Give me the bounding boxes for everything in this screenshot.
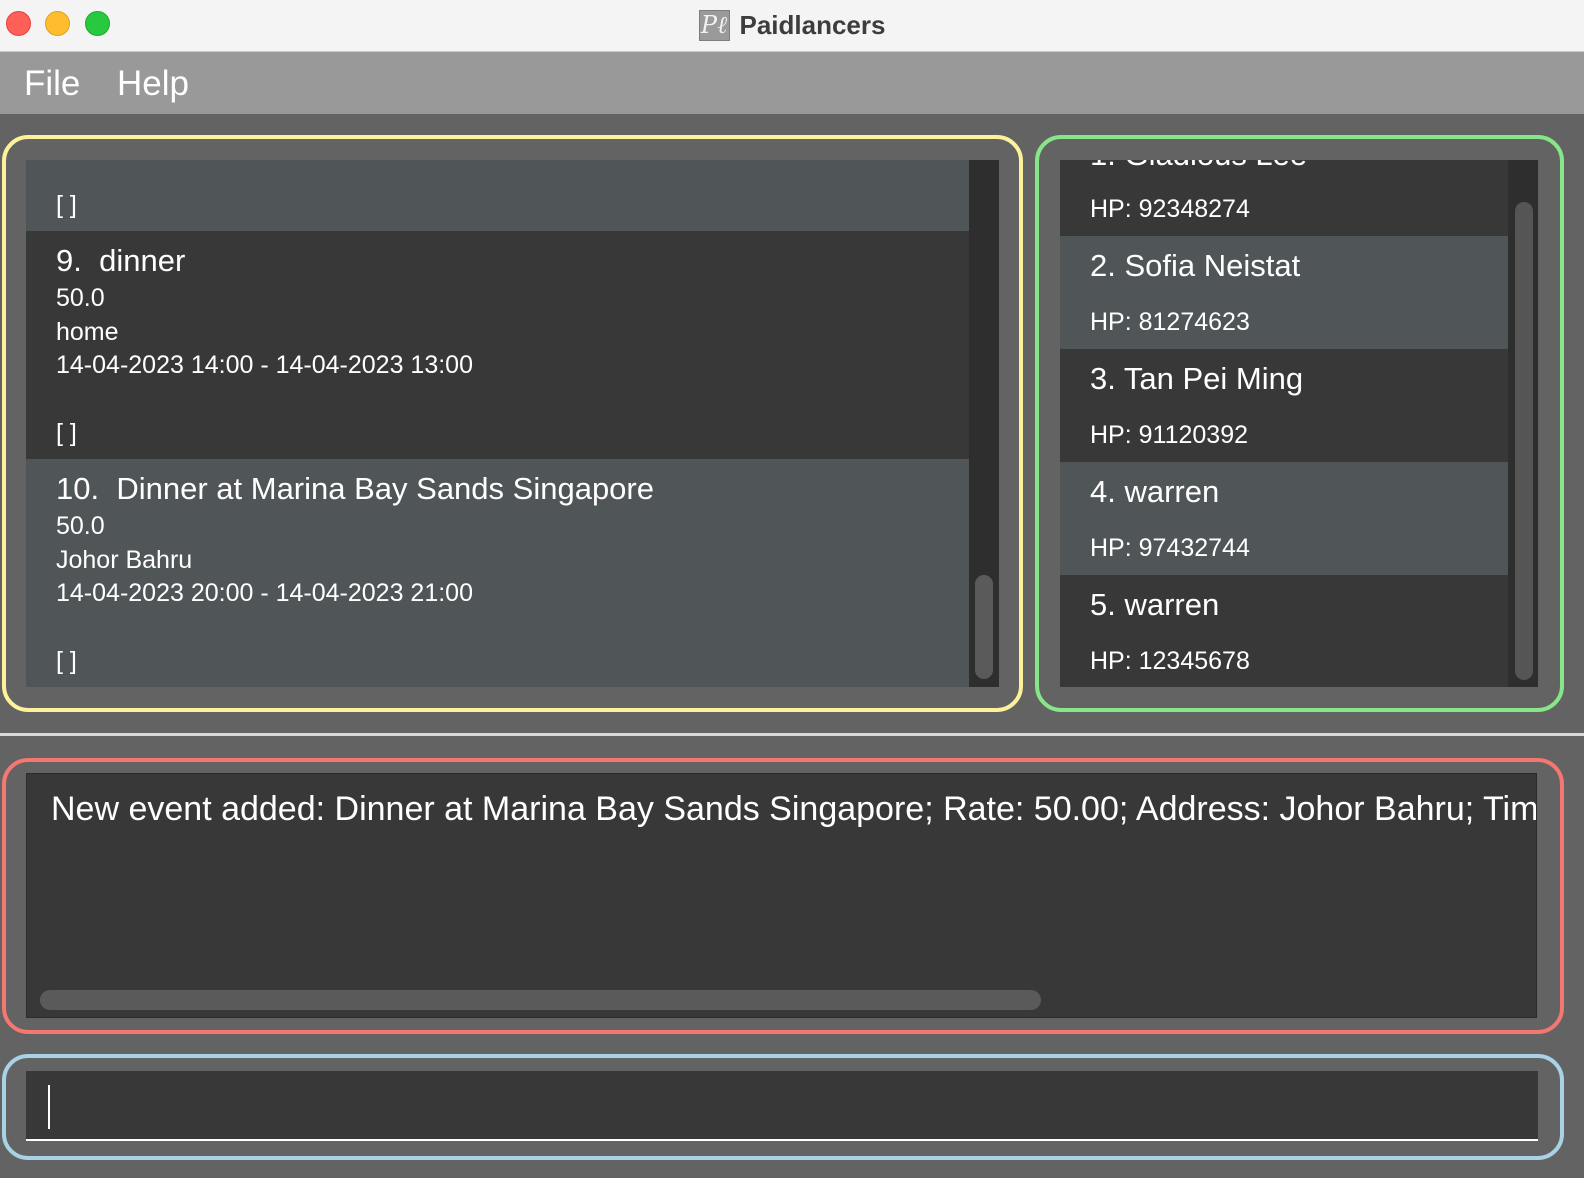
- contact-name: 3. Tan Pei Ming: [1090, 361, 1304, 396]
- event-rate: 50.0: [56, 284, 105, 312]
- event-index: 10.: [56, 471, 100, 506]
- event-tags: [ ]: [56, 419, 77, 447]
- contact-card[interactable]: 2. Sofia Neistat HP: 81274623: [1060, 236, 1508, 349]
- result-display: New event added: Dinner at Marina Bay Sa…: [26, 773, 1537, 1018]
- contact-card[interactable]: 5. warren HP: 12345678: [1060, 575, 1508, 687]
- event-timing: 14-04-2023 20:00 - 14-04-2023 21:00: [56, 579, 473, 607]
- contact-phone: HP: 97432744: [1090, 534, 1250, 562]
- contact-name: 1. Gladious Lee: [1090, 160, 1307, 173]
- text-caret: [48, 1085, 50, 1129]
- contact-name: 4. warren: [1090, 474, 1220, 509]
- event-card[interactable]: 9. dinner 50.0 home 14-04-2023 14:00 - 1…: [26, 231, 969, 459]
- event-address: home: [56, 318, 119, 346]
- app-logo-icon: Pℓ: [698, 9, 730, 41]
- contact-list[interactable]: 1. Gladious Lee HP: 92348274 2. Sofia Ne…: [1060, 160, 1508, 687]
- contact-name: 5. warren: [1090, 587, 1220, 622]
- event-address: Johor Bahru: [56, 546, 193, 574]
- menu-file[interactable]: File: [24, 64, 80, 104]
- title-bar: Pℓ Paidlancers: [0, 0, 1584, 52]
- event-title: 10. Dinner at Marina Bay Sands Singapore: [56, 471, 654, 507]
- result-message: New event added: Dinner at Marina Bay Sa…: [51, 790, 1537, 828]
- contact-list-scroll-thumb[interactable]: [1515, 202, 1533, 680]
- contact-card[interactable]: 3. Tan Pei Ming HP: 91120392: [1060, 349, 1508, 462]
- event-name: dinner: [99, 243, 186, 278]
- contact-phone: HP: 91120392: [1090, 421, 1248, 449]
- menu-help[interactable]: Help: [117, 64, 189, 104]
- result-horizontal-scrollbar[interactable]: [40, 990, 1041, 1010]
- contact-card[interactable]: 4. warren HP: 97432744: [1060, 462, 1508, 575]
- event-list-scroll-thumb[interactable]: [975, 575, 993, 679]
- event-rate: 50.0: [56, 512, 105, 540]
- command-box: [26, 1071, 1538, 1141]
- window-title: Paidlancers: [739, 9, 886, 40]
- contact-phone: HP: 81274623: [1090, 308, 1250, 336]
- event-tags: [ ]: [56, 191, 77, 219]
- event-list[interactable]: [ ] 9. dinner 50.0 home 14-04-2023 14:00…: [26, 160, 969, 687]
- event-index: 9.: [56, 243, 82, 278]
- event-name: Dinner at Marina Bay Sands Singapore: [116, 471, 654, 506]
- event-timing: 14-04-2023 14:00 - 14-04-2023 13:00: [56, 351, 473, 379]
- menu-bar: File Help: [0, 52, 1584, 114]
- split-divider[interactable]: [0, 733, 1584, 736]
- event-card-partial[interactable]: [ ]: [26, 160, 969, 231]
- event-tags: [ ]: [56, 647, 77, 675]
- contact-phone: HP: 12345678: [1090, 647, 1250, 675]
- contact-name: 2. Sofia Neistat: [1090, 248, 1301, 283]
- event-title: 9. dinner: [56, 243, 185, 279]
- event-card[interactable]: 10. Dinner at Marina Bay Sands Singapore…: [26, 459, 969, 687]
- window-title-group: Pℓ Paidlancers: [0, 7, 1584, 43]
- command-input[interactable]: [26, 1071, 1538, 1139]
- contact-phone: HP: 92348274: [1090, 195, 1250, 223]
- contact-card[interactable]: 1. Gladious Lee HP: 92348274: [1060, 160, 1508, 236]
